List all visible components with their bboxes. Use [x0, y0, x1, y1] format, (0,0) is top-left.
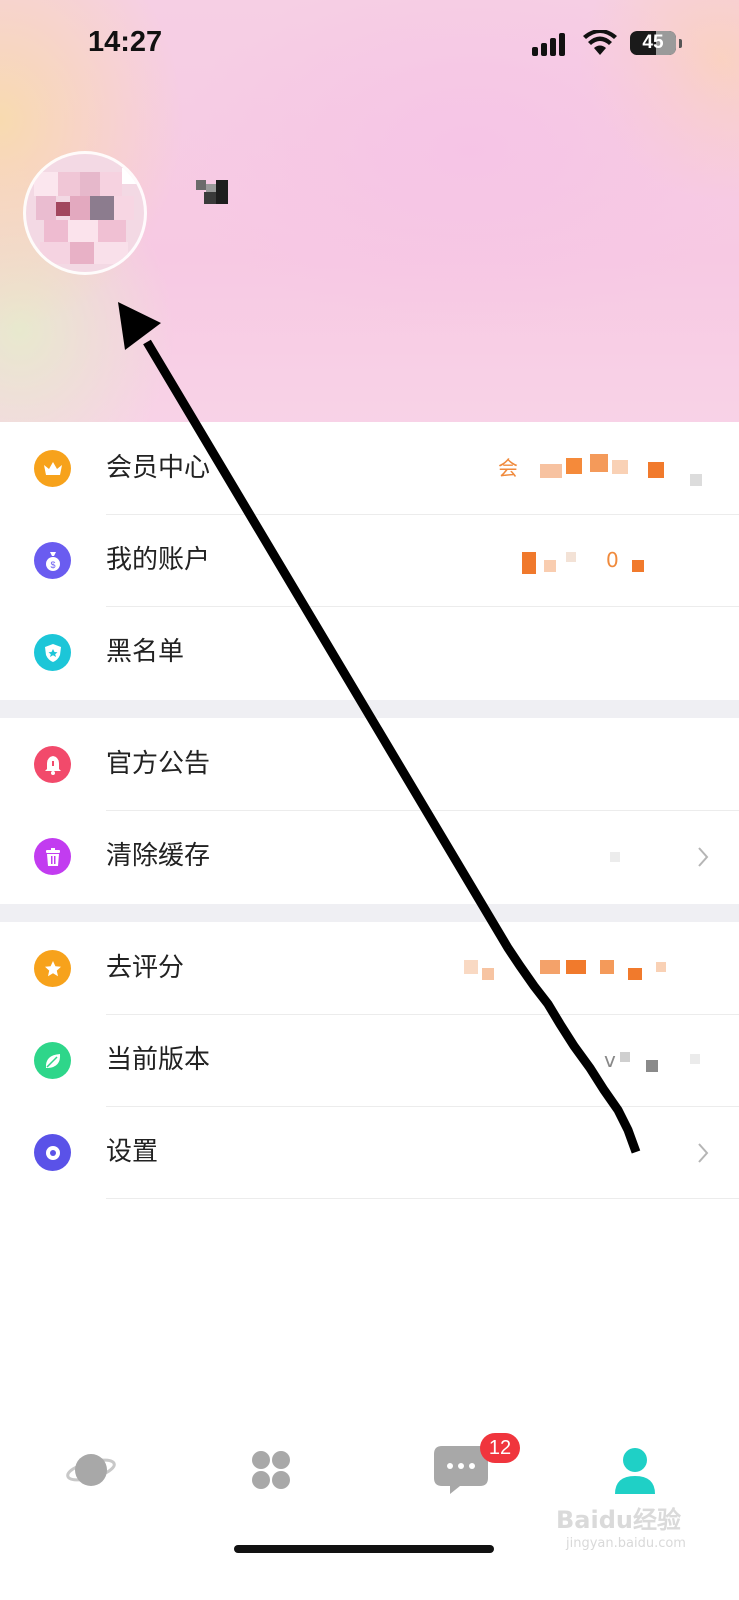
status-time: 14:27	[88, 26, 163, 58]
menu-list: 会员中心 会 $ 我的账户 0 黑名单 官方公告 清除缓存 去评分 当前版本 v…	[0, 422, 739, 1212]
shield-icon	[34, 634, 71, 671]
menu-item-label: 清除缓存	[106, 841, 211, 871]
menu-item-label: 黑名单	[106, 637, 185, 667]
svg-text:$: $	[50, 560, 55, 570]
menu-item-settings[interactable]: 设置	[0, 1106, 739, 1199]
user-avatar[interactable]	[26, 154, 144, 272]
tab-square[interactable]	[226, 1432, 316, 1512]
menu-item-label: 设置	[106, 1137, 159, 1167]
menu-item-label: 官方公告	[106, 749, 211, 779]
menu-item-vip-center[interactable]: 会员中心 会	[0, 422, 739, 515]
crown-icon	[34, 450, 71, 487]
cellular-signal-icon	[532, 32, 572, 56]
menu-item-current-version[interactable]: 当前版本 v	[0, 1014, 739, 1107]
wifi-icon	[583, 30, 617, 55]
planet-icon	[66, 1454, 116, 1486]
battery-level: 45	[642, 32, 664, 53]
menu-item-label: 我的账户	[106, 545, 211, 575]
battery-tip	[679, 39, 682, 48]
battery-icon: 45	[630, 31, 676, 55]
menu-item-label: 去评分	[106, 953, 185, 983]
money-bag-icon: $	[34, 542, 71, 579]
section-separator	[0, 904, 739, 922]
unread-messages-badge: 12	[480, 1433, 520, 1463]
menu-item-label: 会员中心	[106, 453, 211, 483]
leaf-icon	[34, 1042, 71, 1079]
grid-icon	[252, 1451, 290, 1489]
menu-item-clear-cache[interactable]: 清除缓存	[0, 810, 739, 903]
tab-discover[interactable]	[46, 1432, 136, 1512]
settings-icon	[34, 1134, 71, 1171]
menu-group-account: 会员中心 会 $ 我的账户 0 黑名单	[0, 422, 739, 700]
menu-group-general: 官方公告 清除缓存	[0, 718, 739, 904]
home-indicator	[234, 1545, 494, 1553]
menu-item-official-announcement[interactable]: 官方公告	[0, 718, 739, 811]
trash-icon	[34, 838, 71, 875]
menu-item-my-account[interactable]: $ 我的账户 0	[0, 514, 739, 607]
account-balance-text: 0	[606, 548, 619, 572]
status-bar: 14:27 45	[0, 0, 739, 90]
baidu-watermark-url: jingyan.baidu.com	[566, 1536, 686, 1551]
menu-item-blacklist[interactable]: 黑名单	[0, 606, 739, 699]
section-separator	[0, 700, 739, 718]
menu-group-about: 去评分 当前版本 v 设置	[0, 922, 739, 1202]
app-version-text: v	[604, 1048, 616, 1072]
star-icon	[34, 950, 71, 987]
vip-status-text: 会	[498, 456, 518, 480]
chevron-right-icon	[698, 847, 709, 867]
baidu-watermark: Baidu经验	[556, 1506, 681, 1534]
user-nickname	[196, 180, 230, 204]
menu-item-label: 当前版本	[106, 1045, 211, 1075]
chevron-right-icon	[698, 1143, 709, 1163]
bell-icon	[34, 746, 71, 783]
menu-item-rate-app[interactable]: 去评分	[0, 922, 739, 1015]
